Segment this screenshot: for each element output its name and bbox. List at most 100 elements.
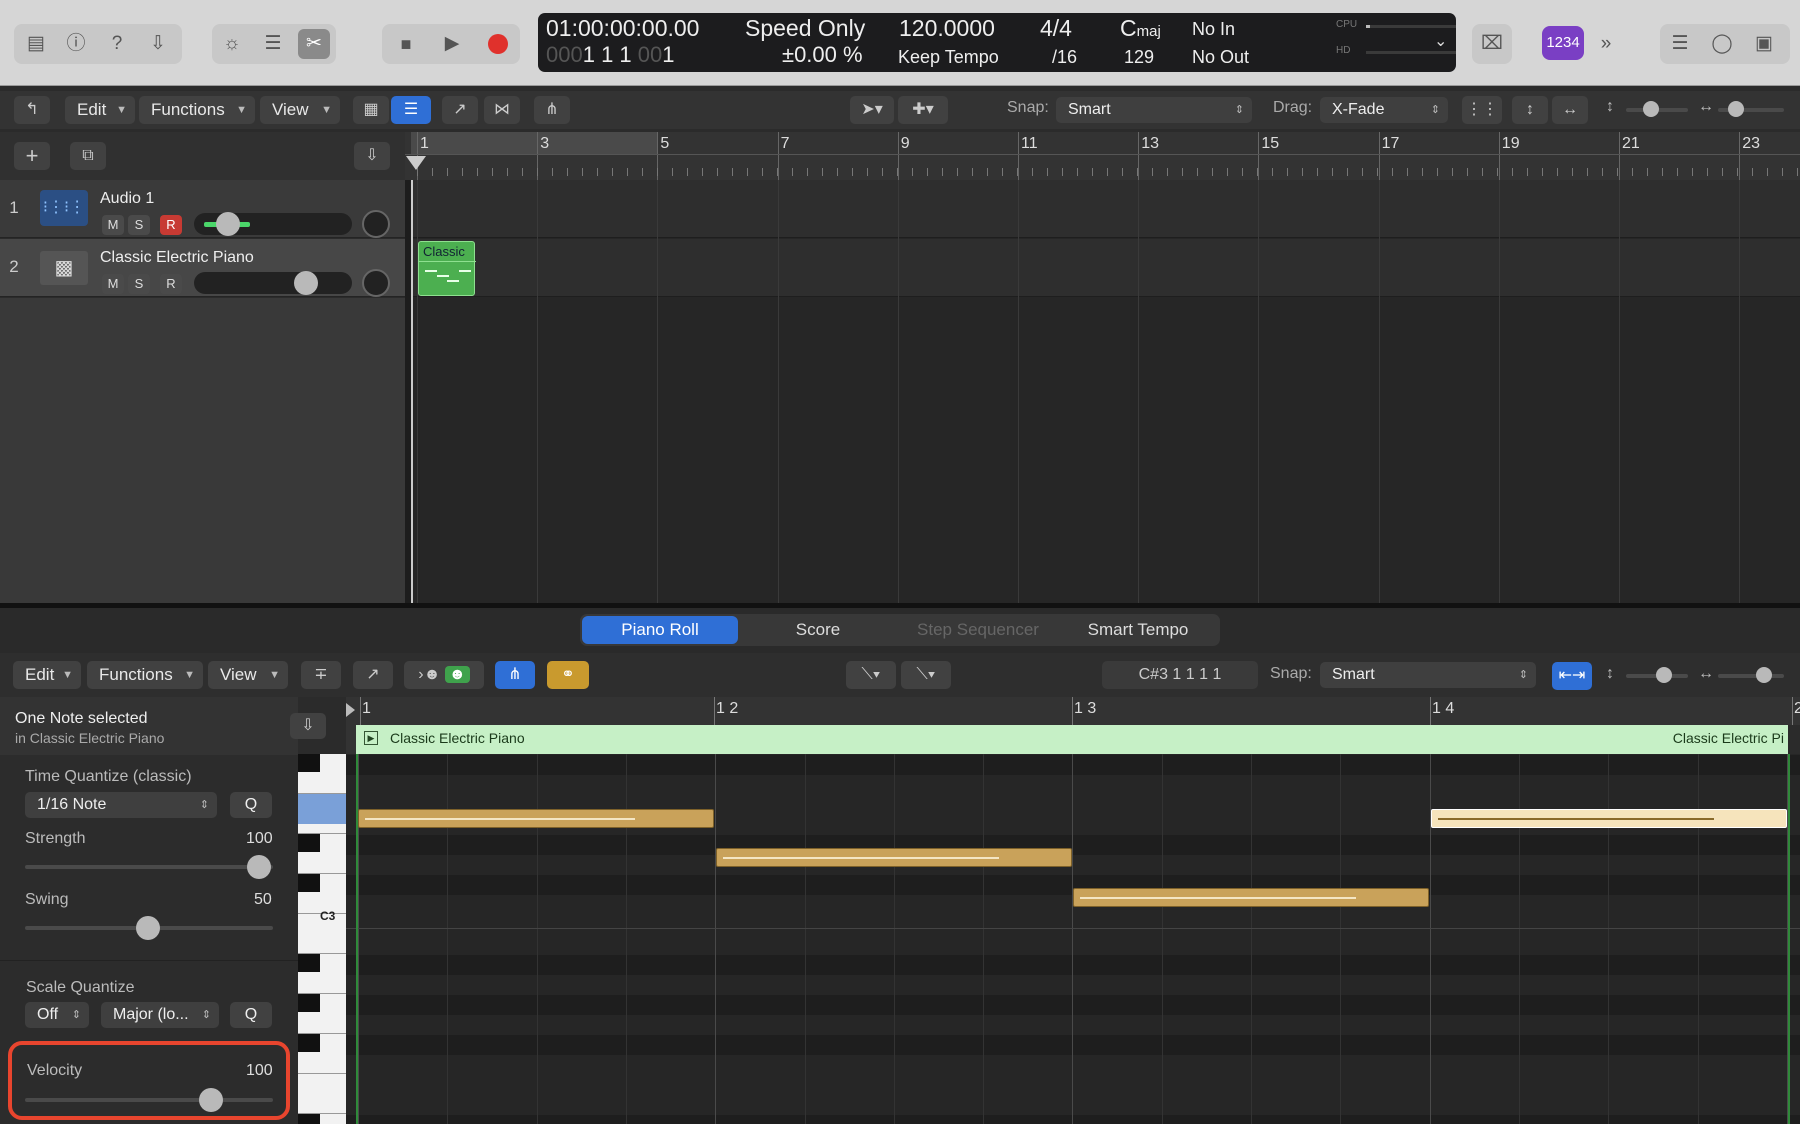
inspector-icon[interactable]: ⓘ bbox=[60, 29, 92, 59]
arrange-ruler[interactable]: 1 3 5 7 9 11 13 15 17 19 21 23 bbox=[405, 132, 1800, 180]
inspector-collapse-icon[interactable]: ⇩ bbox=[290, 713, 326, 739]
pencil-tool-icon[interactable]: ⟍▾ bbox=[846, 661, 896, 689]
tab-step-sequencer[interactable]: Step Sequencer bbox=[898, 616, 1058, 644]
pan-knob[interactable] bbox=[362, 269, 390, 297]
mute-button[interactable]: M bbox=[102, 215, 124, 235]
back-arrow-icon[interactable]: ↰ bbox=[14, 96, 50, 124]
swing-slider-knob[interactable] bbox=[136, 916, 160, 940]
scale-quantize-off-select[interactable]: Off ⇕ bbox=[25, 1002, 89, 1028]
add-track-icon[interactable]: + bbox=[14, 142, 50, 170]
piano-roll-region-bar[interactable]: ▶ Classic Electric Piano Classic Electri… bbox=[356, 725, 1788, 754]
strength-slider[interactable] bbox=[25, 865, 273, 869]
stop-icon[interactable]: ■ bbox=[390, 29, 422, 59]
horizontal-zoom-knob[interactable] bbox=[1728, 101, 1744, 117]
black-key[interactable] bbox=[298, 834, 320, 852]
volume-fader-knob[interactable] bbox=[294, 271, 318, 295]
collapse-icon[interactable]: ∓ bbox=[301, 661, 341, 689]
list-editors-icon[interactable]: ☰ bbox=[1664, 29, 1696, 59]
black-key[interactable] bbox=[298, 1114, 320, 1124]
tab-score[interactable]: Score bbox=[738, 616, 898, 644]
vertical-zoom-knob[interactable] bbox=[1643, 101, 1659, 117]
duplicate-track-icon[interactable]: ⧉ bbox=[70, 142, 106, 170]
record-button[interactable] bbox=[482, 29, 514, 59]
lcd-display[interactable]: 01:00:00:00.00 0001 1 1 001 Speed Only ±… bbox=[538, 13, 1456, 72]
piano-horizontal-zoom-knob[interactable] bbox=[1756, 667, 1772, 683]
velocity-slider-knob[interactable] bbox=[199, 1088, 223, 1112]
pan-knob[interactable] bbox=[362, 210, 390, 238]
track-name[interactable]: Audio 1 bbox=[100, 190, 154, 208]
list-view-icon[interactable]: ☰ bbox=[391, 96, 431, 124]
midi-region[interactable]: Classic bbox=[418, 241, 476, 296]
automation-icon[interactable]: ↗ bbox=[353, 661, 393, 689]
tab-piano-roll[interactable]: Piano Roll bbox=[582, 616, 738, 644]
black-key[interactable] bbox=[298, 754, 320, 772]
loop-browser-icon[interactable]: ▣ bbox=[1748, 29, 1780, 59]
vertical-fit-icon[interactable]: ↕ bbox=[1512, 96, 1548, 124]
split-tool-icon[interactable]: ⋔ bbox=[534, 96, 570, 124]
mute-button[interactable]: M bbox=[102, 274, 124, 294]
volume-fader[interactable] bbox=[194, 272, 352, 294]
strength-slider-knob[interactable] bbox=[247, 855, 271, 879]
catch-playhead-icon[interactable]: ⇩ bbox=[354, 142, 390, 170]
catch-icon[interactable]: ⋔ bbox=[495, 661, 535, 689]
horizontal-fit-icon[interactable]: ↔ bbox=[1552, 96, 1588, 124]
no-overlap-icon[interactable]: ⌧ bbox=[1476, 29, 1508, 59]
solo-button[interactable]: S bbox=[128, 274, 150, 294]
toolbar-download-icon[interactable]: ⇩ bbox=[142, 29, 174, 59]
automation-curve-icon[interactable]: ↗ bbox=[442, 96, 478, 124]
cycle-region[interactable] bbox=[411, 132, 657, 154]
quick-help-icon[interactable]: ? bbox=[101, 29, 133, 59]
black-key[interactable] bbox=[298, 874, 320, 892]
record-enable-button[interactable]: R bbox=[160, 274, 182, 294]
black-key[interactable] bbox=[298, 1034, 320, 1052]
piano-edit-menu[interactable]: Edit ▼ bbox=[13, 661, 81, 689]
lcd-chevron-down-icon[interactable]: ⌄ bbox=[1434, 31, 1447, 51]
mixer-icon[interactable]: ☰ bbox=[257, 29, 289, 59]
midi-note-selected[interactable] bbox=[1431, 809, 1787, 828]
piano-view-menu[interactable]: View ▼ bbox=[208, 661, 288, 689]
time-quantize-select[interactable]: 1/16 Note ⇕ bbox=[25, 792, 217, 818]
midi-note[interactable] bbox=[358, 809, 714, 828]
snap-select[interactable]: Smart ⇕ bbox=[1056, 97, 1252, 123]
region-play-icon[interactable]: ▶ bbox=[364, 731, 378, 745]
functions-menu[interactable]: Functions ▼ bbox=[139, 96, 255, 124]
flex-icon[interactable]: ⋈ bbox=[484, 96, 520, 124]
secondary-tool-icon[interactable]: ⟍▾ bbox=[901, 661, 951, 689]
piano-snap-select[interactable]: Smart ⇕ bbox=[1320, 662, 1536, 688]
midi-note[interactable] bbox=[716, 848, 1072, 867]
piano-roll-ruler[interactable]: 1 1 2 1 3 1 4 2 bbox=[346, 697, 1800, 725]
notes-icon[interactable]: ◯ bbox=[1706, 29, 1738, 59]
waveform-zoom-icon[interactable]: ⋮⋮ bbox=[1462, 96, 1502, 124]
track-row-1[interactable]: 1 ⁝⋮⁝⋮ Audio 1 M S R bbox=[0, 180, 405, 238]
piano-roll-grid[interactable] bbox=[346, 754, 1800, 1124]
marquee-tool-icon[interactable]: ✚▾ bbox=[898, 96, 948, 124]
black-key[interactable] bbox=[298, 994, 320, 1012]
piano-horizontal-zoom-slider[interactable] bbox=[1718, 674, 1784, 678]
volume-fader-knob[interactable] bbox=[216, 212, 240, 236]
playhead-marker-icon[interactable] bbox=[406, 156, 426, 170]
counter-badge[interactable]: 1234 bbox=[1542, 26, 1584, 60]
link-icon[interactable]: ⚭ bbox=[547, 661, 589, 689]
midi-note[interactable] bbox=[1073, 888, 1429, 907]
scale-mode-select[interactable]: Major (lo... ⇕ bbox=[101, 1002, 219, 1028]
arrangement-area[interactable]: Classic bbox=[411, 180, 1800, 603]
horizontal-fit-icon[interactable]: ⇤⇥ bbox=[1552, 662, 1592, 690]
record-enable-button[interactable]: R bbox=[160, 215, 182, 235]
time-quantize-q-button[interactable]: Q bbox=[230, 792, 272, 818]
editors-scissors-icon[interactable]: ✂ bbox=[298, 29, 330, 59]
solo-button[interactable]: S bbox=[128, 215, 150, 235]
piano-vertical-zoom-knob[interactable] bbox=[1656, 667, 1672, 683]
velocity-slider[interactable] bbox=[25, 1098, 273, 1102]
midi-in-out-icon[interactable]: ›☻ ☻ bbox=[404, 661, 484, 689]
tab-smart-tempo[interactable]: Smart Tempo bbox=[1058, 616, 1218, 644]
track-row-2[interactable]: 2 ▩ Classic Electric Piano M S R bbox=[0, 239, 405, 297]
edit-menu[interactable]: Edit ▼ bbox=[65, 96, 135, 124]
piano-keyboard[interactable]: C3 bbox=[298, 754, 346, 1124]
scale-quantize-q-button[interactable]: Q bbox=[230, 1002, 272, 1028]
black-key[interactable] bbox=[298, 954, 320, 972]
drag-select[interactable]: X-Fade ⇕ bbox=[1320, 97, 1448, 123]
more-chevron-icon[interactable]: » bbox=[1590, 29, 1622, 59]
piano-functions-menu[interactable]: Functions ▼ bbox=[87, 661, 203, 689]
view-menu[interactable]: View ▼ bbox=[260, 96, 340, 124]
library-icon[interactable]: ▤ bbox=[20, 29, 52, 59]
